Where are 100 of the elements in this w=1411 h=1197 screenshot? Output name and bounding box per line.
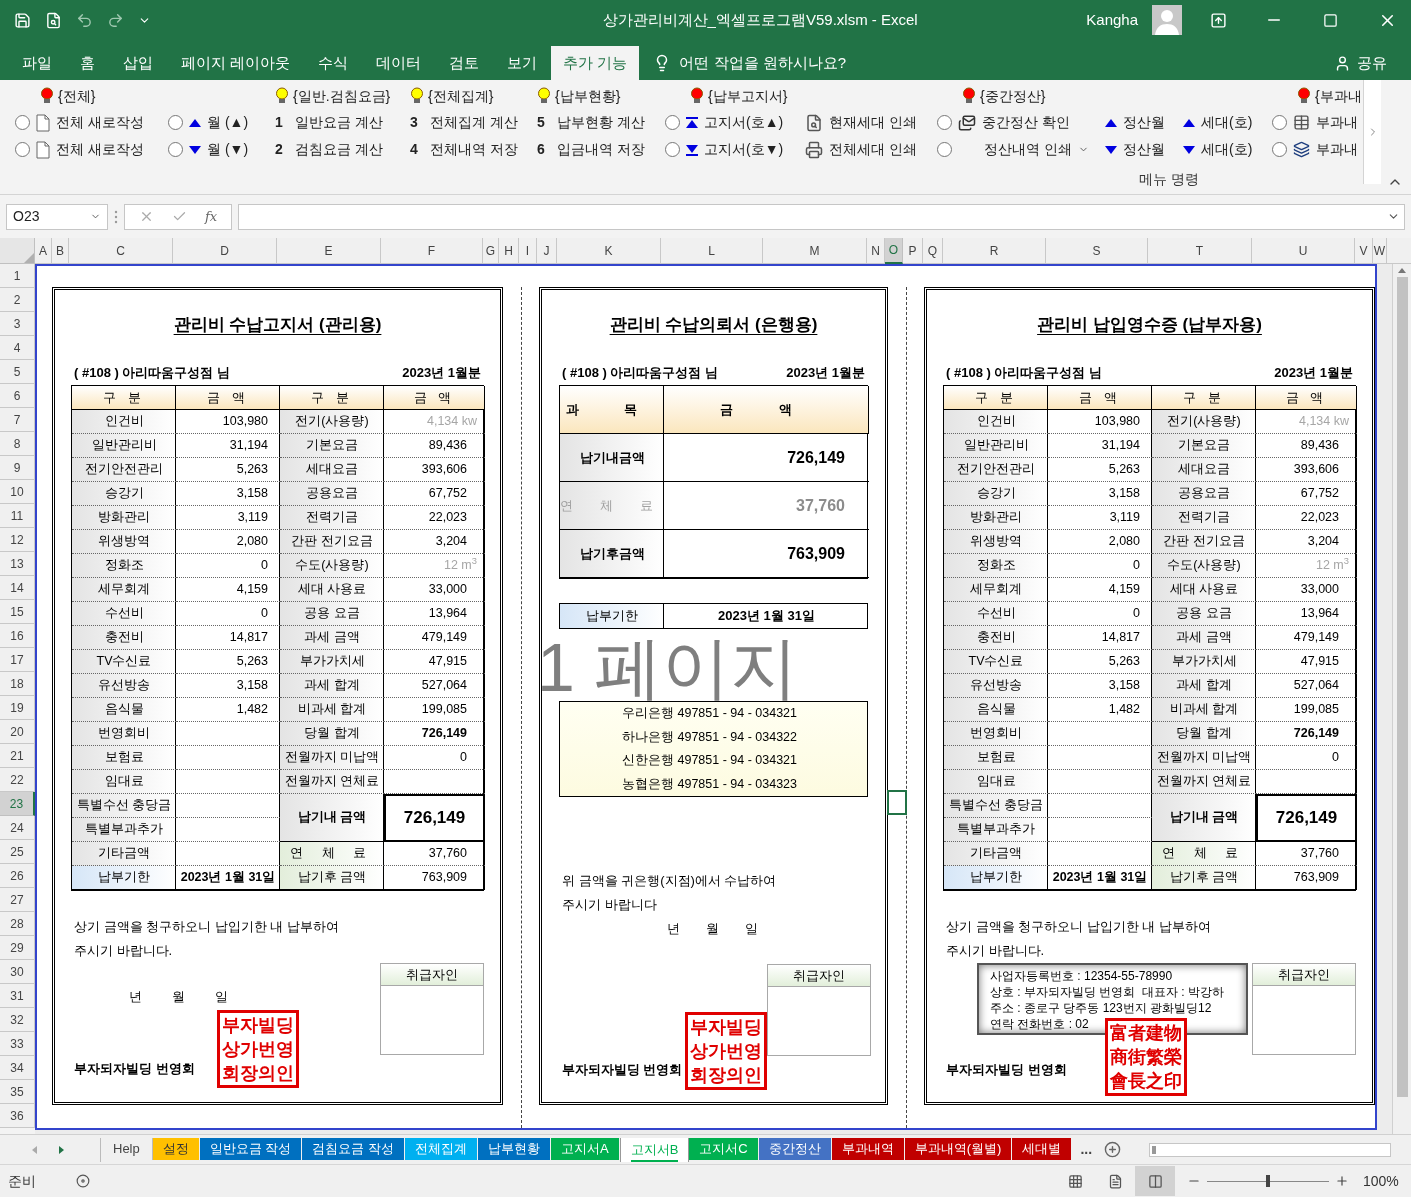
zoom-slider[interactable] <box>1207 1175 1329 1187</box>
column-header[interactable]: C <box>69 238 173 264</box>
maximize-icon[interactable] <box>1323 12 1338 28</box>
macro-record-icon[interactable] <box>76 1174 90 1188</box>
ribbon-command[interactable]: 전체세대 인쇄 <box>805 139 917 160</box>
column-header[interactable]: I <box>519 238 537 264</box>
row-header[interactable]: 25 <box>0 840 35 864</box>
ribbon-command[interactable]: 정산내역 인쇄 <box>958 139 1089 160</box>
ribbon-command[interactable]: 전체 새로작성 <box>36 139 144 160</box>
row-header[interactable]: 15 <box>0 600 35 624</box>
row-header[interactable]: 6 <box>0 384 35 408</box>
ribbon-tab[interactable]: 페이지 레이아웃 <box>167 46 305 80</box>
column-header[interactable]: D <box>173 238 277 264</box>
ribbon-tab[interactable]: 데이터 <box>362 46 436 80</box>
ribbon-tab[interactable]: 보기 <box>493 46 552 80</box>
ribbon-command[interactable]: 6 입금내역 저장 <box>537 139 645 160</box>
ribbon-tab[interactable]: 추가 기능 <box>551 46 640 80</box>
row-header[interactable]: 11 <box>0 504 35 528</box>
row-header[interactable]: 9 <box>0 456 35 480</box>
column-header[interactable]: G <box>483 238 499 264</box>
row-header[interactable]: 20 <box>0 720 35 744</box>
row-header[interactable]: 12 <box>0 528 35 552</box>
radio-button[interactable] <box>15 142 30 157</box>
sheet-tab[interactable]: 세대별 <box>1012 1137 1073 1160</box>
ribbon-command[interactable]: 부과내 <box>1293 112 1358 133</box>
redo-icon[interactable] <box>107 11 124 29</box>
view-button[interactable] <box>1135 1166 1175 1196</box>
row-header[interactable]: 31 <box>0 984 35 1008</box>
row-header[interactable]: 32 <box>0 1008 35 1032</box>
cancel-icon[interactable] <box>139 209 154 224</box>
ribbon-tab[interactable]: 수식 <box>304 46 363 80</box>
column-header[interactable]: W <box>1373 238 1387 264</box>
column-header[interactable]: R <box>943 238 1046 264</box>
ribbon-command[interactable]: 현재세대 인쇄 <box>805 112 917 133</box>
ribbon-tab[interactable]: 검토 <box>435 46 494 80</box>
radio-button[interactable] <box>168 115 183 130</box>
row-header[interactable]: 4 <box>0 336 35 360</box>
row-header[interactable]: 24 <box>0 816 35 840</box>
ribbon-command[interactable]: 2 검침요금 계산 <box>275 139 383 160</box>
column-header[interactable]: V <box>1355 238 1373 264</box>
scroll-left-icon[interactable] <box>32 1145 37 1154</box>
formula-field[interactable] <box>238 203 1405 230</box>
ribbon-command[interactable]: 세대(호) <box>1183 139 1253 160</box>
row-header[interactable]: 16 <box>0 624 35 648</box>
ribbon-command[interactable]: 월 (▲) <box>189 112 249 133</box>
radio-button[interactable] <box>665 142 680 157</box>
row-header[interactable]: 18 <box>0 672 35 696</box>
column-header[interactable]: Q <box>923 238 943 264</box>
row-header[interactable]: 23 <box>0 792 35 816</box>
column-header[interactable]: J <box>537 238 557 264</box>
ribbon-tab[interactable]: 삽입 <box>109 46 167 80</box>
row-header[interactable]: 26 <box>0 864 35 888</box>
row-header[interactable]: 30 <box>0 960 35 984</box>
ribbon-display-icon[interactable] <box>1210 11 1227 29</box>
column-header[interactable]: A <box>35 238 52 264</box>
ribbon-command[interactable]: 세대(호) <box>1183 112 1253 133</box>
sheet-tab[interactable]: 부과내역(월별) <box>904 1137 1013 1160</box>
print-preview-icon[interactable] <box>45 11 62 29</box>
row-header[interactable]: 1 <box>0 264 35 288</box>
name-box[interactable]: O23 <box>6 203 108 230</box>
column-header[interactable]: E <box>277 238 381 264</box>
radio-button[interactable] <box>937 142 952 157</box>
row-header[interactable]: 22 <box>0 768 35 792</box>
sheet-tab[interactable]: 중간정산 <box>758 1137 832 1160</box>
ribbon-command[interactable]: 월 (▼) <box>189 139 249 160</box>
column-header[interactable]: M <box>763 238 867 264</box>
row-header[interactable]: 13 <box>0 552 35 576</box>
ribbon-command[interactable]: 5 납부현황 계산 <box>537 112 645 133</box>
row-header[interactable]: 34 <box>0 1056 35 1080</box>
more-tabs-button[interactable]: ... <box>1080 1139 1093 1160</box>
ribbon-command[interactable]: 전체 새로작성 <box>36 112 144 133</box>
horizontal-scrollbar[interactable] <box>1149 1142 1391 1157</box>
sheet-tab[interactable]: 설정 <box>152 1137 200 1160</box>
column-header[interactable]: B <box>52 238 69 264</box>
select-all-corner[interactable] <box>0 238 35 264</box>
ribbon-command[interactable]: 정산월 <box>1105 139 1165 160</box>
row-header[interactable]: 14 <box>0 576 35 600</box>
row-header[interactable]: 19 <box>0 696 35 720</box>
row-header[interactable]: 5 <box>0 360 35 384</box>
column-header[interactable]: T <box>1148 238 1252 264</box>
ribbon-command[interactable]: 부과내 <box>1293 139 1358 160</box>
radio-button[interactable] <box>15 115 30 130</box>
column-header[interactable]: H <box>499 238 519 264</box>
ribbon-command[interactable]: 중간정산 확인 <box>958 112 1070 133</box>
row-header[interactable]: 2 <box>0 288 35 312</box>
share-button[interactable]: 공유 <box>1334 46 1411 80</box>
ribbon-command[interactable]: 4 전체내역 저장 <box>410 139 518 160</box>
radio-button[interactable] <box>168 142 183 157</box>
ribbon-command[interactable]: 3 전체집계 계산 <box>410 112 518 133</box>
tell-me-field[interactable]: 어떤 작업을 원하시나요? <box>679 51 847 75</box>
add-sheet-icon[interactable] <box>1104 1141 1122 1158</box>
zoom-in-icon[interactable] <box>1335 1174 1349 1188</box>
column-header[interactable]: K <box>557 238 661 264</box>
save-icon[interactable] <box>14 11 31 29</box>
undo-icon[interactable] <box>76 11 93 29</box>
row-header[interactable]: 33 <box>0 1032 35 1056</box>
radio-button[interactable] <box>937 115 952 130</box>
ribbon-tab[interactable]: 홈 <box>66 46 109 80</box>
vertical-scrollbar[interactable] <box>1392 264 1411 1134</box>
ribbon-tab[interactable]: 파일 <box>8 46 66 80</box>
